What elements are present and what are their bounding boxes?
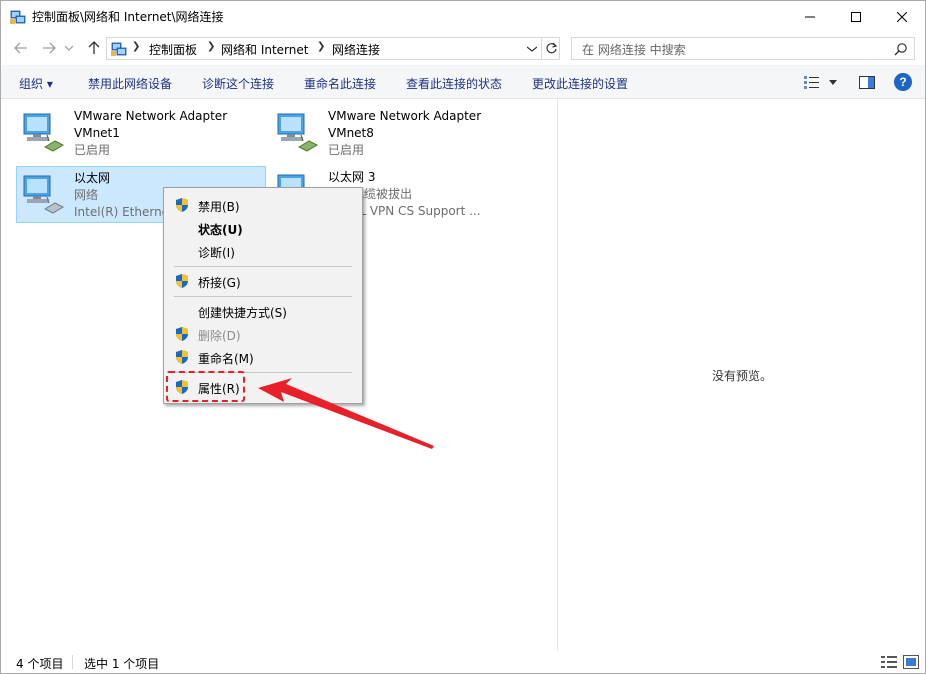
- help-button[interactable]: ?: [894, 73, 912, 91]
- menu-item-label: 诊断(I): [198, 246, 235, 260]
- menu-separator: [174, 266, 352, 267]
- recent-locations-button[interactable]: [63, 38, 75, 58]
- menu-item-rename[interactable]: 重命名(M): [166, 346, 360, 368]
- menu-item-label: 重命名(M): [198, 352, 254, 366]
- network-adapter-icon: [23, 175, 65, 214]
- annotation-highlight-box: [166, 371, 245, 402]
- adapter-name: VMware Network Adapter: [328, 109, 482, 123]
- disable-device-button[interactable]: 禁用此网络设备: [88, 75, 172, 92]
- breadcrumb-separator-icon[interactable]: ❯: [317, 41, 325, 52]
- breadcrumb-separator-icon[interactable]: ❯: [132, 41, 140, 52]
- uac-shield-icon: [176, 327, 188, 341]
- network-connections-window: 控制面板\网络和 Internet\网络连接 ❯ 控制面板 ❯ 网络和 Inte…: [0, 0, 926, 674]
- change-settings-button[interactable]: 更改此连接的设置: [532, 75, 628, 92]
- help-icon: ?: [894, 73, 912, 91]
- chevron-down-icon: [65, 45, 73, 51]
- view-details-icon: [804, 76, 819, 89]
- adapter-status: 已启用: [328, 143, 365, 157]
- address-row: ❯ 控制面板 ❯ 网络和 Internet ❯ 网络连接 在 网络连接 中搜索: [1, 32, 925, 65]
- maximize-icon: [851, 11, 861, 22]
- item-count: 4 个项目: [16, 657, 64, 671]
- breadcrumb-control-panel[interactable]: 控制面板: [149, 41, 197, 58]
- preview-pane-icon: [859, 75, 875, 89]
- adapter-status: 已启用: [74, 143, 111, 157]
- uac-shield-icon: [176, 198, 188, 212]
- minimize-button[interactable]: [787, 1, 833, 32]
- menu-item-diagnose[interactable]: 诊断(I): [166, 240, 360, 262]
- minimize-icon: [805, 16, 815, 17]
- window-title: 控制面板\网络和 Internet\网络连接: [32, 10, 224, 24]
- breadcrumb-network-connections[interactable]: 网络连接: [332, 41, 380, 58]
- view-dropdown-button[interactable]: [827, 73, 839, 91]
- close-button[interactable]: [879, 1, 925, 32]
- search-placeholder: 在 网络连接 中搜索: [582, 43, 686, 57]
- menu-item-status[interactable]: 状态(U): [166, 217, 360, 239]
- menu-separator: [174, 296, 352, 297]
- network-adapter-icon: [23, 113, 65, 152]
- back-button[interactable]: [11, 38, 31, 58]
- adapter-network: 网络: [74, 188, 99, 202]
- uac-shield-icon: [176, 350, 188, 364]
- adapter-network: VMnet1: [74, 126, 120, 140]
- adapter-name: VMware Network Adapter: [74, 109, 228, 123]
- preview-empty-text: 没有预览。: [712, 369, 773, 383]
- adapter-name: 以太网 3: [328, 170, 376, 184]
- view-status-button[interactable]: 查看此连接的状态: [406, 75, 502, 92]
- breadcrumb-network-internet[interactable]: 网络和 Internet: [221, 41, 308, 58]
- up-button[interactable]: [84, 38, 104, 58]
- menu-item-label: 桥接(G): [198, 276, 241, 290]
- menu-item-label: 创建快捷方式(S): [198, 306, 287, 320]
- adapter-network: VMnet8: [328, 126, 374, 140]
- adapter-item-vmnet1[interactable]: VMware Network Adapter VMnet1 已启用: [17, 105, 267, 162]
- details-view-button[interactable]: [881, 655, 897, 672]
- preview-pane: 没有预览。: [558, 99, 925, 651]
- adapter-item-vmnet8[interactable]: VMware Network Adapter VMnet8 已启用: [271, 105, 521, 162]
- network-folder-icon: [111, 42, 127, 56]
- large-icons-view-button[interactable]: [903, 655, 919, 672]
- network-folder-icon: [10, 10, 26, 24]
- rename-connection-button[interactable]: 重命名此连接: [304, 75, 376, 92]
- network-adapter-icon: [277, 113, 319, 152]
- caret-down-icon: [829, 79, 837, 85]
- command-bar: 组织 ▾ 禁用此网络设备 诊断这个连接 重命名此连接 查看此连接的状态 更改此连…: [1, 65, 925, 99]
- status-bar: 4 个项目 选中 1 个项目: [1, 651, 925, 673]
- preview-pane-button[interactable]: [859, 73, 875, 91]
- menu-item-label: 禁用(B): [198, 200, 240, 214]
- status-divider: [72, 655, 73, 669]
- forward-button[interactable]: [39, 38, 59, 58]
- large-icons-view-icon: [903, 655, 919, 669]
- title-bar: 控制面板\网络和 Internet\网络连接: [1, 1, 925, 32]
- maximize-button[interactable]: [833, 1, 879, 32]
- adapter-name: 以太网: [74, 171, 111, 185]
- close-icon: [897, 11, 907, 22]
- selected-count: 选中 1 个项目: [84, 657, 160, 671]
- view-options-button[interactable]: [804, 73, 820, 91]
- menu-item-disable[interactable]: 禁用(B): [166, 194, 360, 216]
- refresh-button[interactable]: [541, 38, 561, 59]
- diagnose-connection-button[interactable]: 诊断这个连接: [202, 75, 274, 92]
- address-bar[interactable]: ❯ 控制面板 ❯ 网络和 Internet ❯ 网络连接: [106, 37, 560, 60]
- up-arrow-icon: [88, 41, 100, 54]
- chevron-down-icon: [527, 46, 537, 52]
- menu-item-bridge[interactable]: 桥接(G): [166, 270, 360, 292]
- adapter-device: Intel(R) Ethernet: [74, 205, 174, 219]
- menu-item-create-shortcut[interactable]: 创建快捷方式(S): [166, 300, 360, 322]
- details-view-icon: [881, 656, 897, 668]
- back-arrow-icon: [14, 42, 27, 54]
- menu-item-label: 状态(U): [198, 223, 243, 237]
- organize-button[interactable]: 组织 ▾: [19, 75, 53, 92]
- menu-item-label: 删除(D): [198, 329, 241, 343]
- breadcrumb-separator-icon[interactable]: ❯: [207, 41, 215, 52]
- uac-shield-icon: [176, 274, 188, 288]
- search-icon[interactable]: [894, 42, 908, 56]
- address-history-button[interactable]: [525, 41, 539, 57]
- menu-item-delete: 删除(D): [166, 323, 360, 345]
- search-input[interactable]: 在 网络连接 中搜索: [571, 37, 915, 60]
- refresh-icon: [546, 42, 558, 54]
- forward-arrow-icon: [43, 42, 56, 54]
